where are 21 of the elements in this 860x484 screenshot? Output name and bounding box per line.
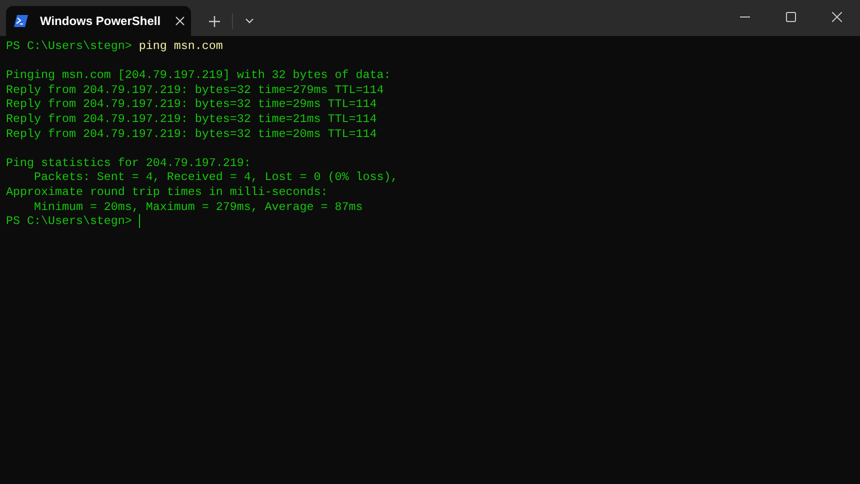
command-text: ping msn.com bbox=[138, 39, 223, 54]
output-line: Minimum = 20ms, Maximum = 279ms, Average = 87ms bbox=[32, 200, 363, 214]
powershell-icon bbox=[14, 15, 28, 27]
output-line: Reply from 204.79.197.219: bytes=32 time=29ms TTL=114 bbox=[6, 97, 377, 112]
output-line: Reply from 204.79.197.219: bytes=32 time=20ms TTL=114 bbox=[6, 126, 377, 142]
minimize-icon bbox=[740, 16, 750, 18]
output-line: Reply from 204.79.197.219: bytes=32 time=279ms TTL=114 bbox=[6, 82, 384, 98]
output-line: Reply from 204.79.197.219: bytes=32 time=21ms TTL=114 bbox=[6, 112, 377, 127]
chevron-down-icon[interactable] bbox=[245, 18, 254, 24]
output-line: Approximate round trip times in milli-seconds: bbox=[6, 184, 328, 200]
output-line: Ping statistics for 204.79.197.219: bbox=[6, 156, 251, 170]
close-icon[interactable] bbox=[175, 16, 185, 26]
plus-icon[interactable] bbox=[209, 16, 220, 26]
prompt-text: PS C:\Users\stegn> bbox=[6, 214, 132, 229]
tab[interactable]: Windows PowerShell bbox=[6, 6, 191, 36]
output-line: Pinging msn.com [204.79.197.219] with 32 bytes of data: bbox=[6, 68, 391, 83]
close-icon bbox=[832, 12, 842, 22]
tab-title: Windows PowerShell bbox=[40, 13, 162, 30]
output-line: Packets: Sent = 4, Received = 4, Lost = 0 (0% loss), bbox=[32, 170, 398, 185]
maximize-icon bbox=[786, 12, 796, 22]
prompt-text: PS C:\Users\stegn> bbox=[6, 39, 132, 54]
